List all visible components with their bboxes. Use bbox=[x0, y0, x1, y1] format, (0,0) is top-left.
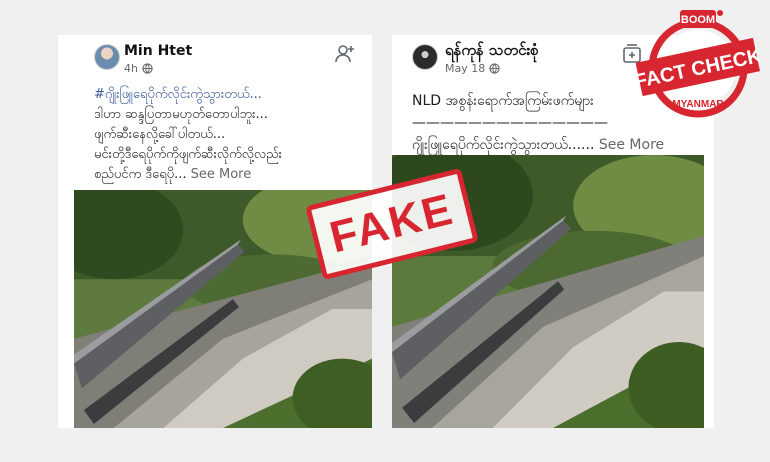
badge-top-text: BOOM bbox=[681, 14, 715, 26]
avatar[interactable] bbox=[412, 44, 438, 70]
post-time[interactable]: May 18 bbox=[445, 62, 485, 75]
post-time[interactable]: 4h bbox=[124, 62, 138, 75]
caption-line: ဂျိုးဖြူရေပိုက်လိုင်းကွဲသွားတယ်...... Se… bbox=[412, 134, 704, 156]
caption-line: စည်ပင်က ဒီရေပို... See More bbox=[94, 165, 362, 185]
caption-line-text: ဂျိုးဖြူရေပိုက်လိုင်းကွဲသွားတယ်...... bbox=[412, 137, 595, 153]
caption-line: မင်းတို့ဒီရေပိုက်ကိုဖျက်ဆီးလိုက်လို့လည်း bbox=[94, 147, 282, 162]
badge-bottom-text: MYANMAR bbox=[672, 99, 724, 110]
caption-line-text: စည်ပင်က ဒီရေပို... bbox=[94, 167, 187, 182]
post-meta: May 18 bbox=[445, 62, 500, 77]
see-more-link[interactable]: See More bbox=[599, 137, 664, 153]
avatar[interactable] bbox=[94, 44, 120, 70]
add-friend-icon[interactable] bbox=[334, 43, 356, 65]
post-header: Min Htet 4h bbox=[58, 35, 372, 80]
post-meta: 4h bbox=[124, 62, 153, 77]
caption-line: ဖျက်ဆီးနေလို့ခေါ်ပါတယ်... bbox=[94, 127, 226, 142]
post-caption: #ဂျိုးဖြူရေပိုက်လိုင်းကွဲသွားတယ်... ဒါဟာ… bbox=[94, 85, 362, 185]
caption-line: ဒါဟာ ဆန္ဒပြတာမဟုတ်တောပါဘူး... bbox=[94, 107, 268, 122]
globe-icon bbox=[142, 63, 153, 77]
see-more-link[interactable]: See More bbox=[191, 167, 252, 182]
hashtag-link[interactable]: #ဂျိုးဖြူရေပိုက်လိုင်းကွဲသွားတယ်... bbox=[94, 85, 362, 105]
globe-icon bbox=[489, 63, 500, 77]
boom-fact-check-badge: FACT CHECK BOOM MYANMAR bbox=[633, 6, 764, 124]
author-name[interactable]: ရန်ကုန် သတင်းစုံ bbox=[445, 41, 539, 63]
author-name[interactable]: Min Htet bbox=[124, 43, 192, 59]
